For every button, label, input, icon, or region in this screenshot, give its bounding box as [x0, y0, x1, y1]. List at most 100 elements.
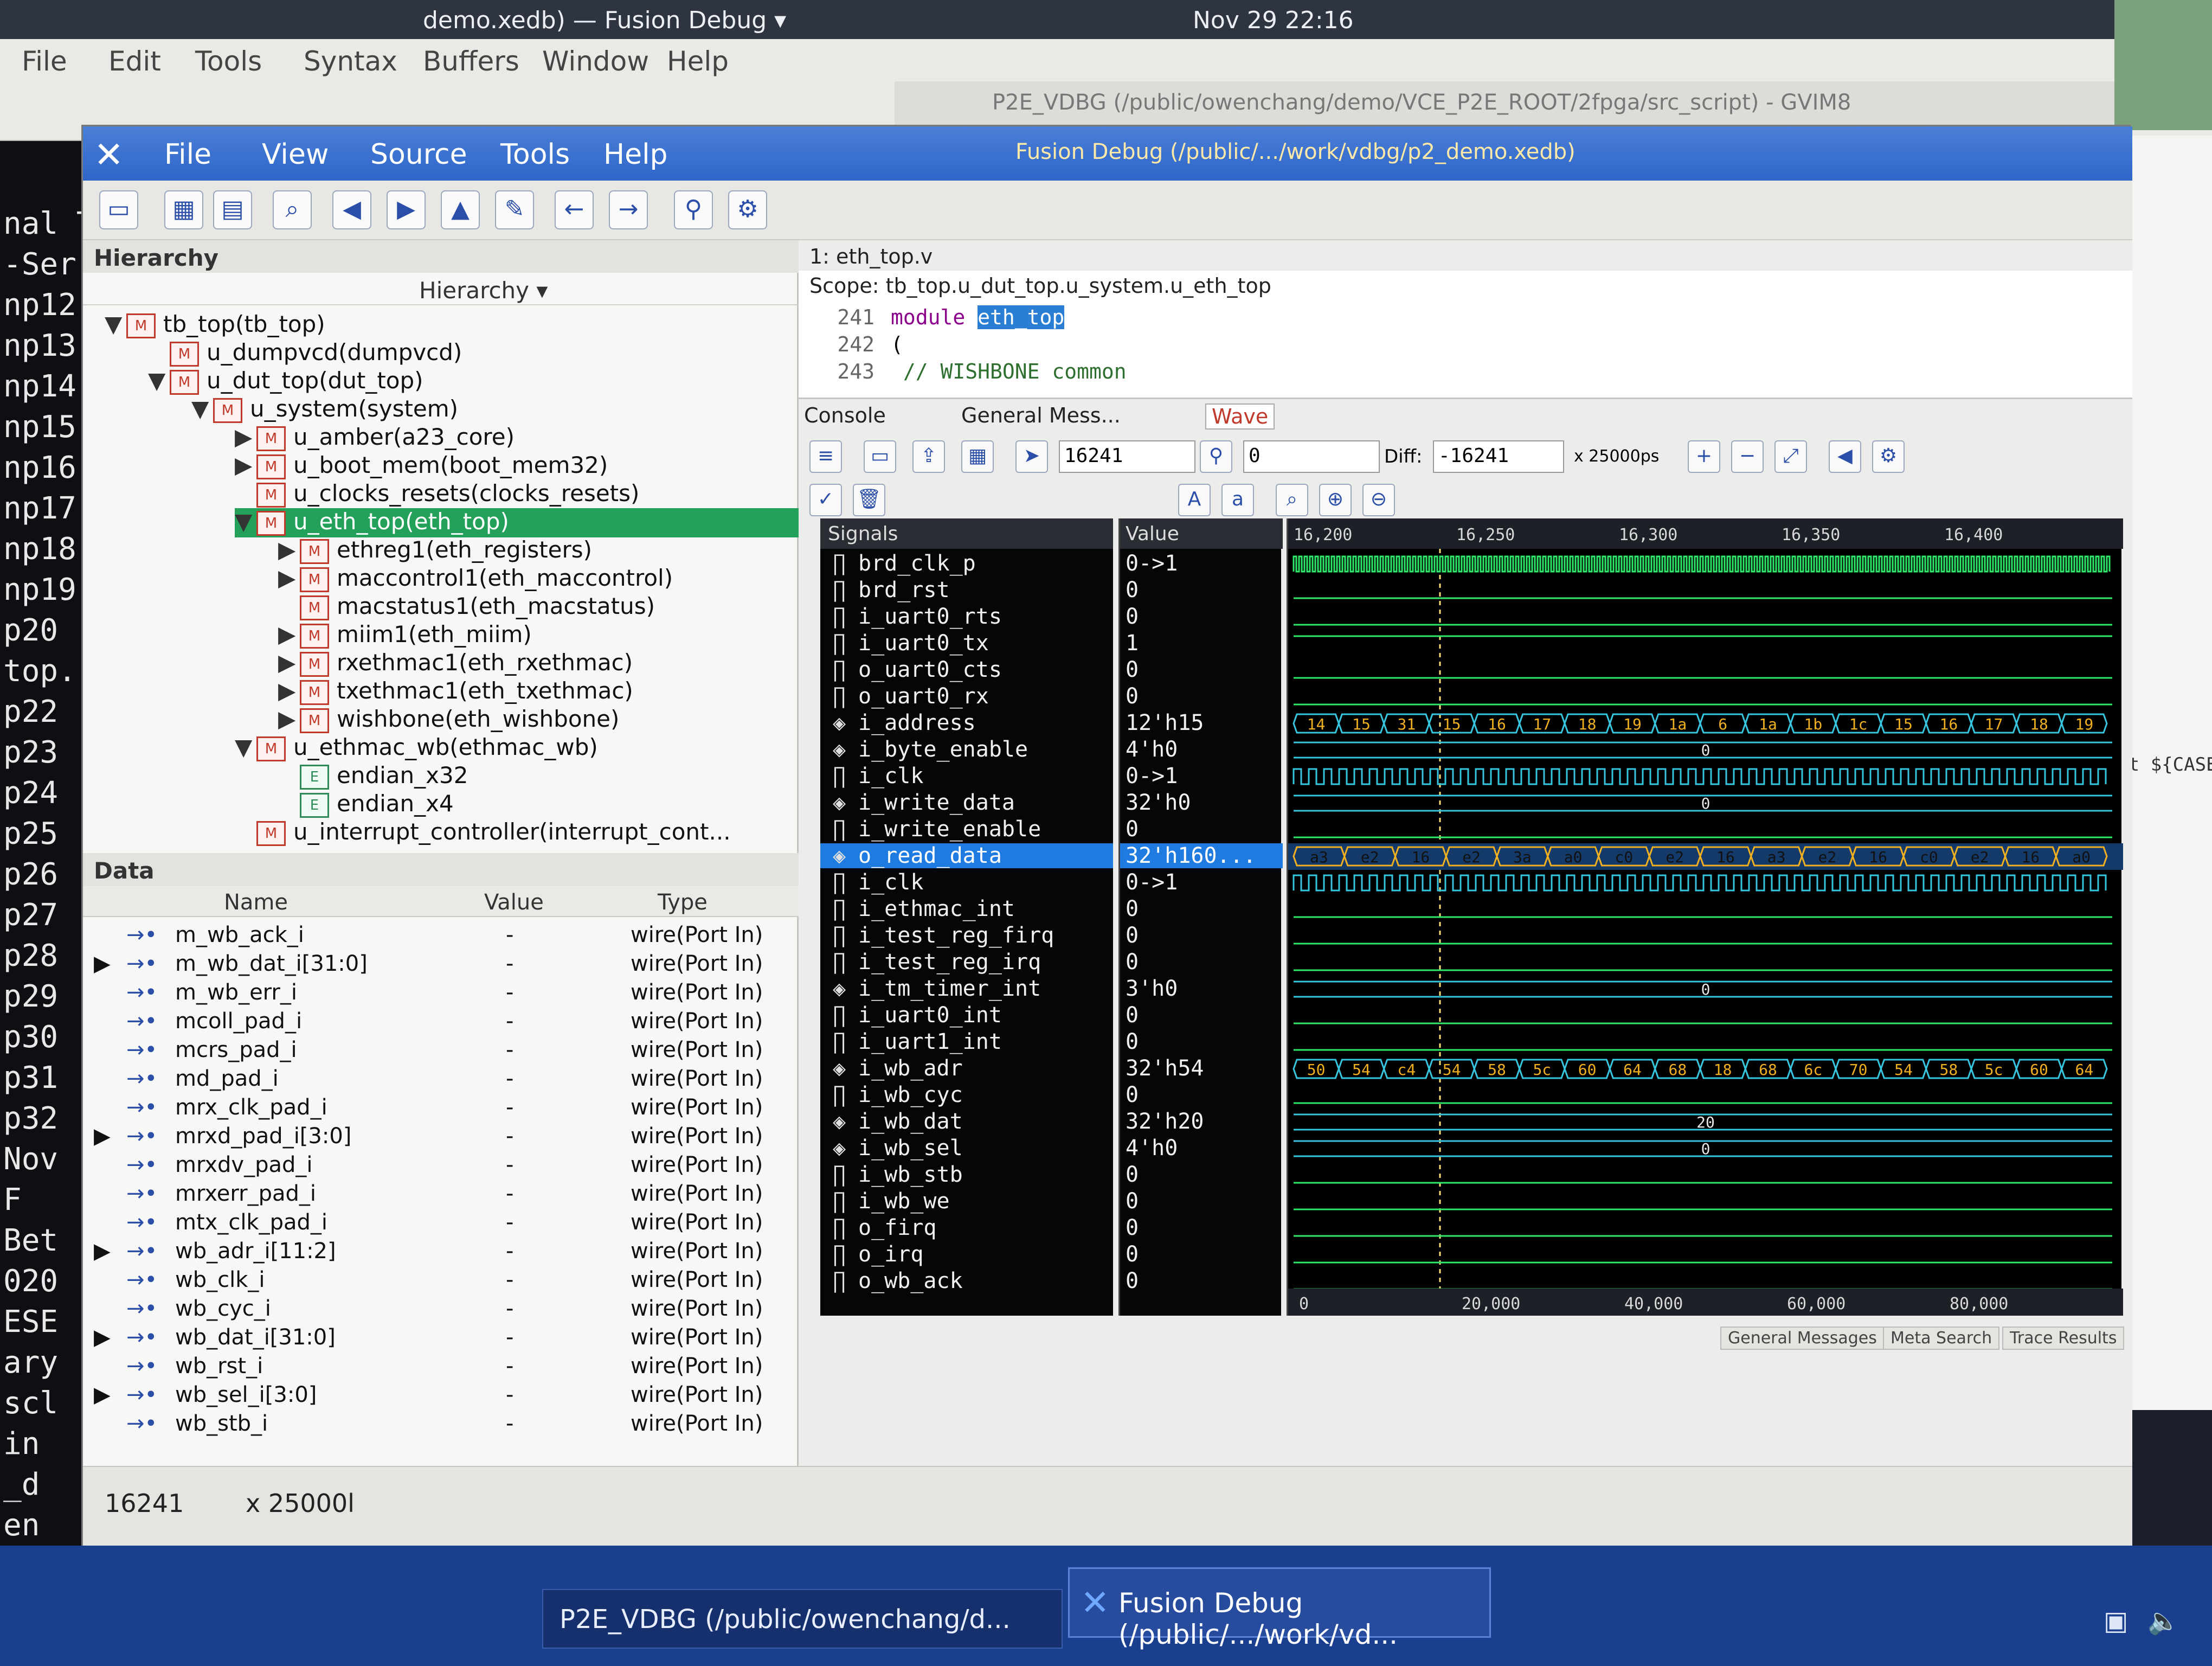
hierarchy-node[interactable]: ▶ Methreg1(eth_registers): [278, 536, 592, 566]
source-tab[interactable]: 1: eth_top.v: [799, 240, 2132, 271]
expand-arrow-icon[interactable]: ▶: [94, 1325, 111, 1350]
signal-row[interactable]: ∏ i_wb_stb: [820, 1162, 1113, 1187]
data-row[interactable]: →• wb_cyc_i - wire(Port In): [83, 1294, 799, 1323]
source-line[interactable]: 241 module eth_top: [799, 305, 1065, 332]
trace-icon[interactable]: ⚲: [674, 190, 713, 229]
gvim-menu-tools[interactable]: Tools: [195, 46, 262, 77]
open-folder-icon[interactable]: ▭: [99, 190, 138, 229]
tab-wave[interactable]: Wave: [1205, 403, 1275, 430]
gvim-menu-syntax[interactable]: Syntax: [304, 46, 397, 77]
data-row[interactable]: ▶ →• mrxd_pad_i[3:0] - wire(Port In): [83, 1122, 799, 1151]
source-line[interactable]: 243 // WISHBONE common: [799, 360, 1126, 387]
cursor-pointer-icon[interactable]: ➤: [1015, 440, 1048, 473]
data-row[interactable]: ▶ →• m_wb_dat_i[31:0] - wire(Port In): [83, 949, 799, 978]
data-row[interactable]: →• mrxerr_pad_i - wire(Port In): [83, 1179, 799, 1208]
expand-arrow-icon[interactable]: ▶: [235, 424, 256, 450]
expand-arrow-icon[interactable]: ▶: [94, 951, 111, 976]
signal-row[interactable]: ∏ i_test_reg_firq: [820, 923, 1113, 948]
expand-arrow-icon[interactable]: ▶: [235, 452, 256, 478]
edit-icon[interactable]: ✎: [495, 190, 534, 229]
source-line[interactable]: 242 (: [799, 332, 903, 360]
data-row[interactable]: →• mcoll_pad_i - wire(Port In): [83, 1007, 799, 1036]
signal-row[interactable]: ∏ i_wb_we: [820, 1189, 1113, 1214]
menu-icon[interactable]: ≡: [809, 440, 842, 473]
signal-row[interactable]: ∏ i_clk: [820, 870, 1113, 895]
hierarchy-node[interactable]: ▶ Mu_amber(a23_core): [235, 424, 515, 453]
hierarchy-column-header[interactable]: Hierarchy ▾: [83, 273, 799, 305]
signal-row[interactable]: ∏ brd_rst: [820, 578, 1113, 603]
tab-console[interactable]: Console: [804, 403, 886, 427]
hierarchy-node[interactable]: ▶ Mmaccontrol1(eth_maccontrol): [278, 565, 673, 594]
marker-icon[interactable]: ⚲: [1200, 440, 1232, 473]
hierarchy-column-label[interactable]: Hierarchy ▾: [419, 277, 548, 304]
hierarchy-node[interactable]: ▶ Mmiim1(eth_miim): [278, 621, 532, 650]
waveform-canvas[interactable]: 16,200 16,250 16,300 16,350 16,400 14 15 31 15 16…: [1288, 518, 2123, 1316]
data-row[interactable]: →• mcrs_pad_i - wire(Port In): [83, 1035, 799, 1065]
collapse-arrow-icon[interactable]: ▼: [191, 395, 213, 422]
tab-general-messages[interactable]: General Mess...: [961, 403, 1121, 427]
marker-time-field[interactable]: 0: [1243, 440, 1380, 473]
gvim-menu-buffers[interactable]: Buffers: [423, 46, 519, 77]
expand-arrow-icon[interactable]: ▶: [278, 677, 300, 704]
delete-icon[interactable]: 🗑: [853, 484, 885, 516]
expand-arrow-icon[interactable]: ▶: [278, 649, 300, 676]
hierarchy-node[interactable]: Mmacstatus1(eth_macstatus): [278, 593, 655, 622]
signal-row[interactable]: ∏ i_wb_cyc: [820, 1082, 1113, 1107]
hierarchy-node[interactable]: ▶ Mrxethmac1(eth_rxethmac): [278, 649, 633, 678]
fd-menu-help[interactable]: Help: [603, 138, 668, 171]
settings-gear-icon[interactable]: ⚙: [728, 190, 767, 229]
signal-row[interactable]: ∏ o_uart0_cts: [820, 657, 1113, 682]
gvim-menu-edit[interactable]: Edit: [108, 46, 161, 77]
gvim-menu-window[interactable]: Window: [542, 46, 649, 77]
collapse-arrow-icon[interactable]: ▼: [235, 734, 256, 760]
fd-menu-source[interactable]: Source: [370, 138, 467, 171]
fd-menu-file[interactable]: File: [164, 138, 211, 171]
gvim-second-window-title-text[interactable]: P2E_VDBG (/public/owenchang/demo/VCE_P2E…: [992, 90, 1851, 115]
gvim-menu-help[interactable]: Help: [667, 46, 729, 77]
prev-edge-icon[interactable]: ◀: [1829, 440, 1861, 473]
data-col-type[interactable]: Type: [658, 890, 708, 915]
add-signal-icon[interactable]: ⇪: [912, 440, 945, 473]
hierarchy-node[interactable]: ▶ Mwishbone(eth_wishbone): [278, 706, 619, 735]
signal-row[interactable]: ◈ i_wb_sel: [820, 1136, 1113, 1161]
signal-row[interactable]: ◈ i_tm_timer_int: [820, 976, 1113, 1001]
hierarchy-node[interactable]: ▶ Mtxethmac1(eth_txethmac): [278, 677, 633, 707]
signal-row[interactable]: ∏ i_write_enable: [820, 817, 1113, 842]
signal-row[interactable]: ∏ i_uart1_int: [820, 1029, 1113, 1054]
check-icon[interactable]: ✓: [809, 484, 842, 516]
data-row[interactable]: →• m_wb_ack_i - wire(Port In): [83, 920, 799, 950]
data-row[interactable]: →• wb_rst_i - wire(Port In): [83, 1351, 799, 1381]
font-up-icon[interactable]: A: [1178, 484, 1211, 516]
font-down-icon[interactable]: a: [1221, 484, 1254, 516]
taskbar-item-gvim[interactable]: P2E_VDBG (/public/owenchang/d...: [542, 1589, 1063, 1649]
fd-menu-view[interactable]: View: [262, 138, 329, 171]
tab-meta-search[interactable]: Meta Search: [1883, 1327, 2000, 1350]
expand-arrow-icon[interactable]: ▶: [94, 1239, 111, 1264]
zoom-out-2-icon[interactable]: ⊖: [1362, 484, 1395, 516]
expand-arrow-icon[interactable]: ▶: [278, 706, 300, 732]
expand-arrow-icon[interactable]: ▶: [278, 536, 300, 563]
signal-row[interactable]: ◈ o_read_data: [820, 843, 1113, 868]
hierarchy-node[interactable]: Mu_clocks_resets(clocks_resets): [235, 480, 639, 509]
cursor-time-field[interactable]: 16241: [1059, 440, 1195, 473]
zoom-fit-icon[interactable]: ⤢: [1774, 440, 1807, 473]
zoom-search-icon[interactable]: ⌕: [273, 190, 312, 229]
hierarchy-node[interactable]: Eendian_x4: [278, 790, 454, 819]
hierarchy-node[interactable]: Mu_dumpvcd(dumpvcd): [148, 339, 462, 368]
data-row[interactable]: →• m_wb_err_i - wire(Port In): [83, 978, 799, 1007]
signal-row[interactable]: ∏ o_irq: [820, 1242, 1113, 1267]
tab-trace-results[interactable]: Trace Results: [2002, 1327, 2125, 1350]
gvim-title-text[interactable]: demo.xedb) — Fusion Debug ▾: [423, 7, 786, 34]
hierarchy-node[interactable]: ▼ Mu_dut_top(dut_top): [148, 367, 423, 396]
open-icon[interactable]: ▭: [864, 440, 896, 473]
signal-row[interactable]: ◈ i_write_data: [820, 790, 1113, 815]
zoom-in-icon[interactable]: +: [1688, 440, 1720, 473]
hierarchy-node[interactable]: ▼ Mu_eth_top(eth_top): [235, 508, 799, 537]
data-row[interactable]: →• mtx_clk_pad_i - wire(Port In): [83, 1208, 799, 1237]
signal-row[interactable]: ∏ i_test_reg_irq: [820, 950, 1113, 975]
hierarchy-node[interactable]: ▼ Mu_ethmac_wb(ethmac_wb): [235, 734, 598, 763]
data-row[interactable]: ▶ →• wb_adr_i[11:2] - wire(Port In): [83, 1236, 799, 1266]
collapse-arrow-icon[interactable]: ▼: [148, 367, 170, 394]
network-icon[interactable]: ▣: [2104, 1606, 2128, 1636]
expand-arrow-icon[interactable]: ▶: [278, 621, 300, 648]
